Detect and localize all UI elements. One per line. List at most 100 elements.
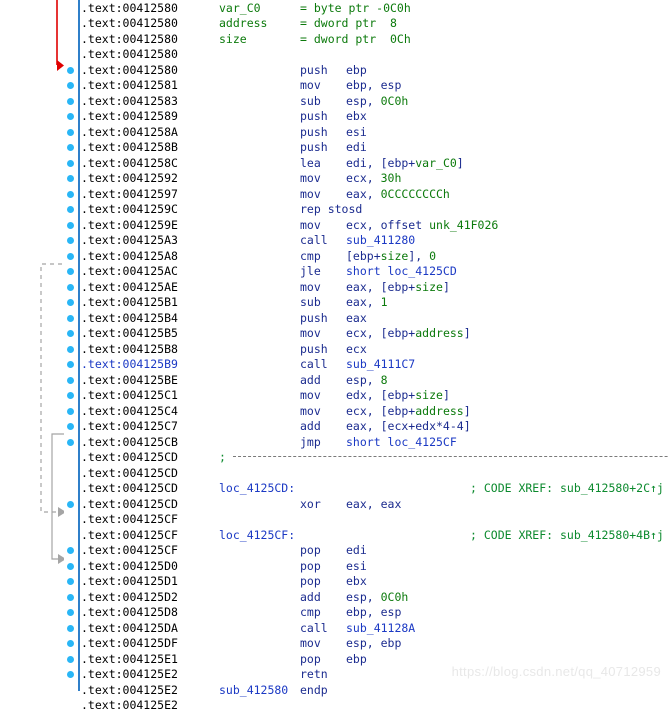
stack-variable-name[interactable]: size (219, 32, 247, 46)
disassembly-line[interactable]: .text:00412581 mov ebp, esp (81, 78, 669, 94)
instruction-dot[interactable] (67, 221, 74, 229)
instruction-dot[interactable] (67, 237, 74, 244)
instruction-dot[interactable] (67, 438, 74, 446)
disassembly-line[interactable]: .text:004125BE add esp, 8 (81, 373, 669, 389)
instruction-mnemonic: add (300, 372, 321, 387)
operand-value: address (415, 326, 464, 340)
disassembly-line[interactable]: .text:004125B9 call sub_4111C7 (81, 357, 669, 373)
disassembly-listing[interactable]: .text:00412580 var_C0 = byte ptr -0C0h .tex… (81, 0, 669, 712)
instruction-dot[interactable] (67, 345, 74, 353)
instruction-dot[interactable] (67, 175, 74, 182)
disassembly-line[interactable]: .text:00412580 (81, 47, 669, 63)
instruction-dot[interactable] (67, 624, 74, 632)
disassembly-line[interactable]: .text:00412592 mov ecx, 30h (81, 171, 669, 187)
disassembly-line[interactable]: .text:0041258C lea edi, [ebp+var_C0] (81, 156, 669, 172)
disassembly-line[interactable]: .text:004125D1 pop ebx (81, 574, 669, 590)
disassembly-line[interactable]: .text:00412580 size = dword ptr 0Ch (81, 32, 669, 48)
instruction-dot[interactable] (67, 392, 74, 399)
code-label[interactable]: loc_4125CF: (219, 528, 295, 542)
instruction-dot[interactable] (67, 578, 74, 585)
disassembly-line[interactable]: .text:004125C4 mov ecx, [ebp+address] (81, 404, 669, 420)
disassembly-line[interactable]: .text:004125A3 call sub_411280 (81, 233, 669, 249)
disassembly-line[interactable]: .text:004125AC jle short loc_4125CD (81, 264, 669, 280)
disassembly-line[interactable]: .text:0041259C rep stosd (81, 202, 669, 218)
disassembly-line[interactable]: .text:0041258B push edi (81, 140, 669, 156)
disassembly-line[interactable]: .text:004125CD; (81, 450, 669, 466)
disassembly-line[interactable]: .text:004125B8 push ecx (81, 342, 669, 358)
instruction-dot[interactable] (67, 190, 74, 198)
instruction-dot[interactable] (67, 407, 74, 415)
instruction-dot[interactable] (67, 159, 74, 167)
instruction-dot[interactable] (67, 299, 74, 306)
disassembly-line[interactable]: .text:004125CD loc_4125CD: ; CODE XREF: su… (81, 481, 669, 497)
disassembly-line[interactable]: .text:00412597 mov eax, 0CCCCCCCCh (81, 187, 669, 203)
disassembly-line[interactable]: .text:004125E2 sub_412580 endp (81, 683, 669, 699)
disassembly-line[interactable]: .text:0041259E mov ecx, offset unk_41F026 (81, 218, 669, 234)
instruction-dot[interactable] (67, 655, 74, 663)
instruction-dot[interactable] (67, 547, 74, 554)
instruction-dot[interactable] (67, 330, 74, 337)
disassembly-line[interactable]: .text:004125E2 (81, 698, 669, 714)
disassembly-line[interactable]: .text:004125C7 add eax, [ecx+edx*4-4] (81, 419, 669, 435)
instruction-dot[interactable] (67, 671, 74, 678)
instruction-dot[interactable] (67, 500, 74, 508)
instruction-dot[interactable] (67, 314, 74, 322)
instruction-dot[interactable] (67, 82, 74, 89)
disassembly-line[interactable]: .text:004125CB jmp short loc_4125CF (81, 435, 669, 451)
instruction-dot[interactable] (67, 66, 74, 74)
disassembly-line[interactable]: .text:004125C1 mov edx, [ebp+size] (81, 388, 669, 404)
disassembly-line[interactable]: .text:00412589 push ebx (81, 109, 669, 125)
stack-variable-name[interactable]: address (219, 16, 267, 30)
disassembly-line[interactable]: .text:004125DA call sub_41128A (81, 621, 669, 637)
branch-target[interactable]: short loc_4125CD (346, 264, 457, 278)
instruction-dot[interactable] (67, 640, 74, 647)
instruction-dot[interactable] (67, 252, 74, 260)
disassembly-line[interactable]: .text:004125B1 sub eax, 1 (81, 295, 669, 311)
stack-variable-name[interactable]: var_C0 (219, 1, 261, 15)
disassembly-line[interactable]: .text:004125CF loc_4125CF: ; CODE XREF: su… (81, 528, 669, 544)
disassembly-line[interactable]: .text:004125B5 mov ecx, [ebp+address] (81, 326, 669, 342)
disassembly-line[interactable]: .text:004125DF mov esp, ebp (81, 636, 669, 652)
instruction-dot[interactable] (67, 206, 74, 213)
line-address: .text:004125E1 (81, 651, 178, 666)
branch-target[interactable]: sub_4111C7 (346, 357, 415, 371)
disassembly-line[interactable]: .text:00412580 var_C0 = byte ptr -0C0h (81, 1, 669, 17)
instruction-dot[interactable] (67, 361, 74, 368)
instruction-dot[interactable] (67, 268, 74, 275)
disassembly-line[interactable]: .text:004125AE mov eax, [ebp+size] (81, 280, 669, 296)
disassembly-line[interactable]: .text:00412580 address = dword ptr 8 (81, 16, 669, 32)
disassembly-line[interactable]: .text:004125B4 push eax (81, 311, 669, 327)
line-address: .text:004125B9 (81, 357, 178, 371)
disassembly-line[interactable]: .text:004125D2 add esp, 0C0h (81, 590, 669, 606)
instruction-dot[interactable] (67, 562, 74, 570)
disassembly-line[interactable]: .text:004125CD (81, 466, 669, 482)
disassembly-line[interactable]: .text:004125CF (81, 512, 669, 528)
disassembly-line[interactable]: .text:0041258A push esi (81, 125, 669, 141)
disassembly-line[interactable]: .text:004125D0 pop esi (81, 559, 669, 575)
instruction-dot[interactable] (67, 128, 74, 136)
instruction-dot[interactable] (67, 144, 74, 151)
instruction-dot[interactable] (67, 423, 74, 430)
instruction-dot-column[interactable] (64, 0, 78, 691)
branch-target[interactable]: sub_411280 (346, 233, 415, 247)
instruction-mnemonic: pop (300, 558, 321, 573)
line-address: .text:004125D1 (81, 574, 178, 588)
branch-target[interactable]: sub_41128A (346, 621, 415, 635)
instruction-dot[interactable] (67, 376, 74, 384)
operand-value: address (415, 403, 464, 418)
disassembly-line[interactable]: .text:00412583 sub esp, 0C0h (81, 94, 669, 110)
instruction-dot[interactable] (67, 97, 74, 105)
disassembly-line[interactable]: .text:004125A8 cmp [ebp+size], 0 (81, 249, 669, 265)
disassembly-view[interactable]: .text:00412580 var_C0 = byte ptr -0C0h .tex… (0, 0, 669, 712)
disassembly-line[interactable]: .text:00412580 push ebp (81, 63, 669, 79)
instruction-dot[interactable] (67, 113, 74, 120)
instruction-dot[interactable] (67, 283, 74, 291)
instruction-dot[interactable] (67, 593, 74, 601)
instruction-dot[interactable] (67, 609, 74, 616)
disassembly-line[interactable]: .text:004125CF pop edi (81, 543, 669, 559)
disassembly-line[interactable]: .text:004125CD xor eax, eax (81, 497, 669, 513)
disassembly-line[interactable]: .text:004125D8 cmp ebp, esp (81, 605, 669, 621)
function-name[interactable]: sub_412580 (219, 683, 288, 697)
branch-target[interactable]: short loc_4125CF (346, 435, 457, 449)
code-label[interactable]: loc_4125CD: (219, 481, 295, 495)
